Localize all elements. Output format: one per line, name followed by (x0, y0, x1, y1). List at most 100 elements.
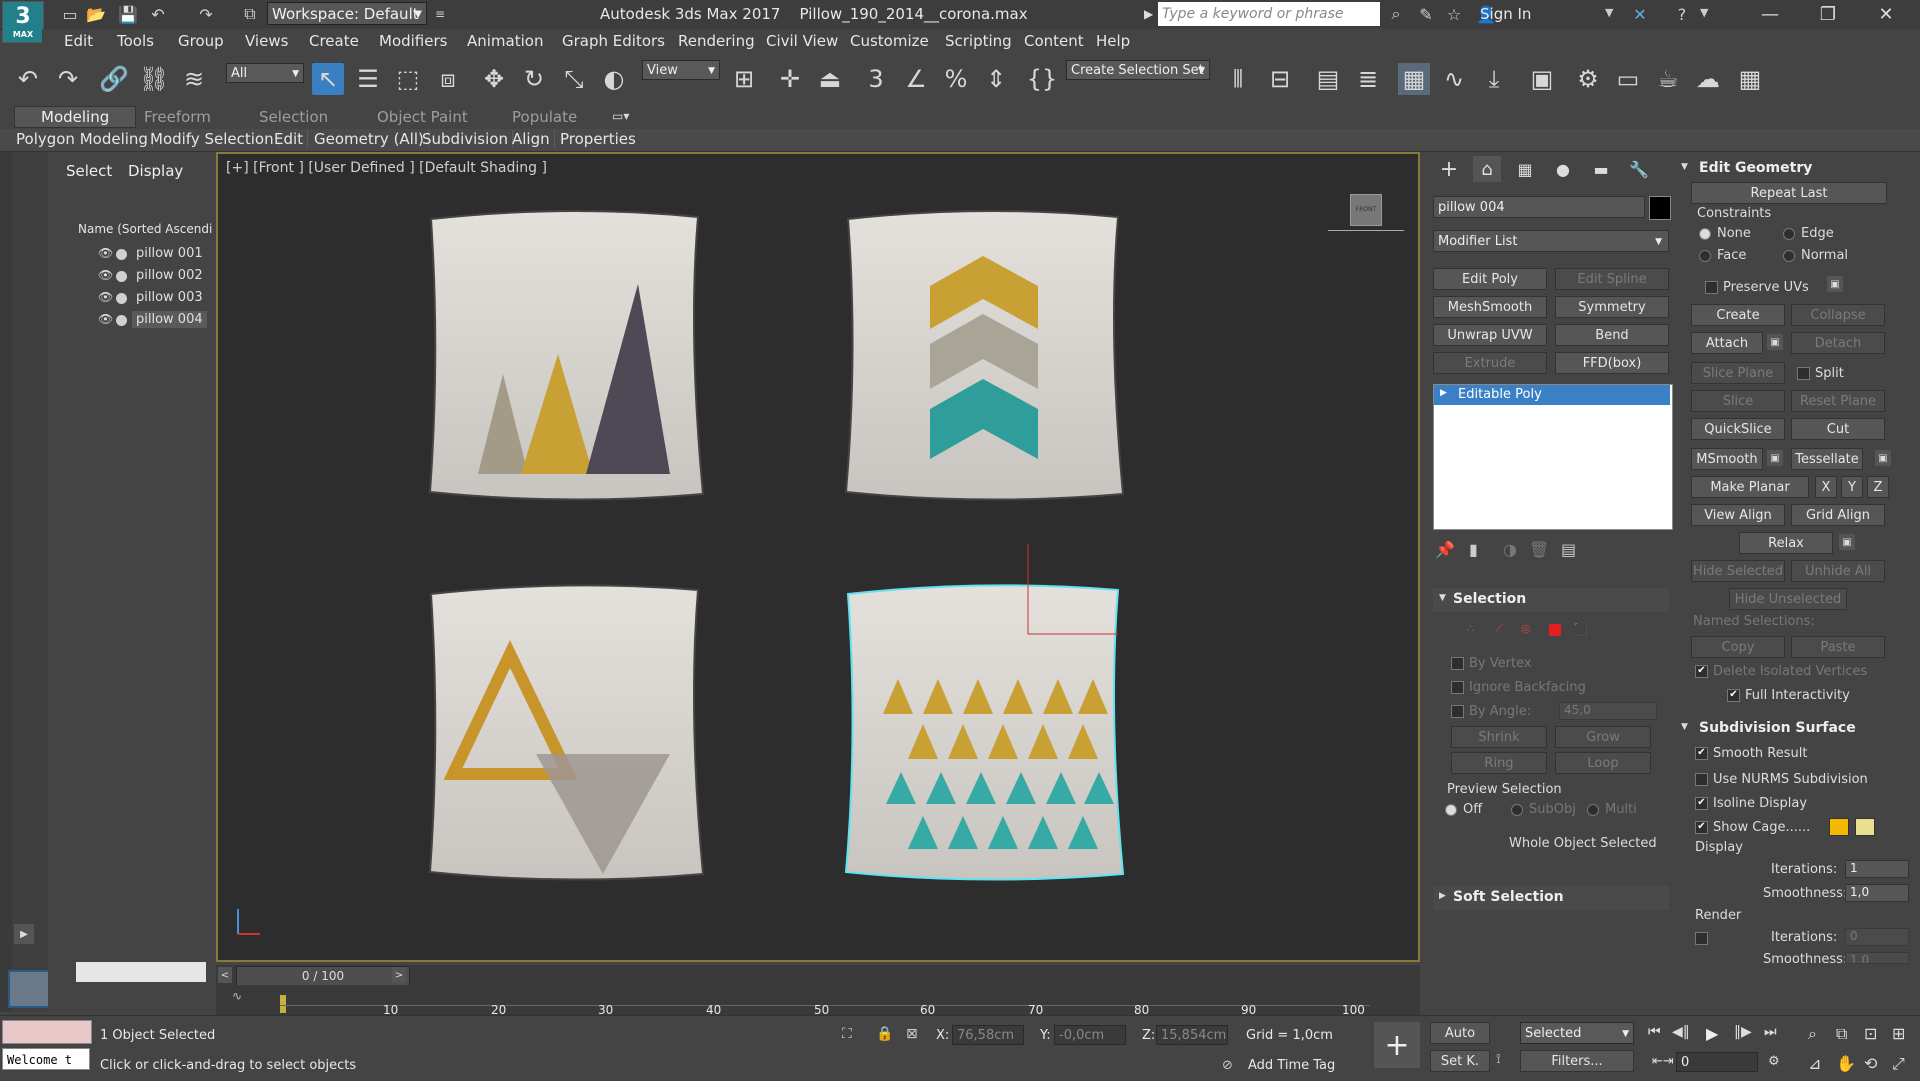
select-by-name-icon[interactable]: ☰ (352, 63, 384, 95)
pillow-003[interactable] (428, 584, 705, 881)
meshsmooth-button[interactable]: MeshSmooth (1433, 296, 1547, 318)
tessellate-button[interactable]: Tessellate (1791, 448, 1863, 470)
eye-icon[interactable]: 👁 (98, 290, 113, 304)
delete-isolated-checkbox[interactable]: ✔ Delete Isolated Vertices (1695, 664, 1867, 679)
layer-manager-icon[interactable]: ▤ (1312, 63, 1344, 95)
render-iterations-spinner[interactable]: 0 (1845, 928, 1909, 946)
key-mode-toggle-icon[interactable]: ⇤⇥ (1652, 1054, 1674, 1069)
angle-spinner[interactable]: 45,0 (1559, 702, 1657, 720)
x-coordinate-field[interactable]: 76,58cm (952, 1025, 1024, 1045)
rollout-soft-selection-header[interactable]: ▶ Soft Selection (1433, 886, 1669, 910)
reset-plane-button[interactable]: Reset Plane (1791, 390, 1885, 412)
cut-button[interactable]: Cut (1791, 418, 1885, 440)
expand-arrow-icon[interactable]: ▶ (14, 924, 34, 944)
utilities-tab-icon[interactable]: 🔧 (1625, 156, 1653, 182)
modifier-stack[interactable]: Editable Poly ▶ (1433, 384, 1673, 530)
menu-civil-view[interactable]: Civil View (766, 32, 838, 50)
preserve-uvs-checkbox[interactable]: Preserve UVs (1705, 280, 1809, 295)
align-icon[interactable]: ⊟ (1264, 63, 1296, 95)
a360-gallery-icon[interactable]: ▦ (1734, 63, 1766, 95)
zoom-extents-all-icon[interactable]: ⊞ (1892, 1024, 1905, 1043)
by-vertex-checkbox[interactable]: By Vertex (1451, 656, 1532, 671)
key-filter-dropdown[interactable]: Selected ▼ (1520, 1022, 1634, 1044)
next-key-icon[interactable]: ‖▶ (1734, 1024, 1752, 1040)
detach-button[interactable]: Detach (1791, 332, 1885, 354)
stack-item-editable-poly[interactable]: Editable Poly (1434, 385, 1670, 405)
rollout-edit-geometry-header[interactable]: ▼ Edit Geometry (1677, 158, 1909, 180)
view-align-button[interactable]: View Align (1691, 504, 1785, 526)
redo-icon[interactable]: ↷ (52, 63, 84, 95)
key-mode-icon[interactable]: ⟟ (1496, 1052, 1501, 1067)
open-file-icon[interactable]: 📂 (84, 3, 108, 25)
undo-icon[interactable]: ↶ (146, 3, 170, 25)
track-bar[interactable]: ∿ 10 20 30 40 50 60 70 80 90 100 (216, 985, 1420, 1017)
object-name-field[interactable]: pillow 004 (1433, 196, 1645, 218)
ribbon-options-icon[interactable]: ▭▾ (612, 109, 629, 123)
menu-overflow-icon[interactable]: ≡ (428, 3, 452, 25)
menu-animation[interactable]: Animation (467, 32, 543, 50)
ribbon-toggle-icon[interactable]: ▦ (1398, 63, 1430, 95)
hide-selected-button[interactable]: Hide Selected (1691, 560, 1785, 582)
redo-icon[interactable]: ↷ (194, 3, 218, 25)
rotate-icon[interactable]: ↻ (518, 63, 550, 95)
list-item[interactable]: 👁 pillow 002 (74, 266, 212, 286)
ribbon-edit[interactable]: Edit (270, 130, 309, 148)
pillow-004-selected[interactable] (844, 544, 1125, 881)
unlink-icon[interactable]: ⛓ (138, 63, 170, 95)
orbit-icon[interactable]: ⟲ (1864, 1054, 1877, 1073)
field-of-view-icon[interactable]: ⊿ (1808, 1054, 1821, 1073)
slice-plane-button[interactable]: Slice Plane (1691, 362, 1785, 384)
create-tab-icon[interactable]: + (1435, 156, 1463, 182)
menu-content[interactable]: Content (1024, 32, 1084, 50)
menu-group[interactable]: Group (178, 32, 224, 50)
settings-icon[interactable]: ▣ (1827, 276, 1843, 292)
modify-tab-icon[interactable]: ⌂ (1473, 156, 1501, 182)
object-color-swatch[interactable] (1649, 196, 1671, 220)
ffd-box-button[interactable]: FFD(box) (1555, 352, 1669, 374)
constraint-none-radio[interactable]: None (1699, 226, 1751, 241)
symmetry-button[interactable]: Symmetry (1555, 296, 1669, 318)
ribbon-collapse-bar[interactable] (0, 152, 12, 1012)
minimize-icon[interactable]: — (1748, 0, 1792, 28)
communication-icon[interactable]: ✎ (1414, 3, 1438, 25)
create-button[interactable]: Create (1691, 304, 1785, 326)
list-item[interactable]: 👁 pillow 003 (74, 288, 212, 308)
spinner-snap-icon[interactable]: ⇕ (980, 63, 1012, 95)
ribbon-align[interactable]: Align (508, 130, 555, 148)
chevron-down-icon[interactable]: ▼ (1605, 6, 1613, 19)
rectangular-selection-icon[interactable]: ⬚ (392, 63, 424, 95)
absolute-offset-icon[interactable]: ⊠ (906, 1026, 918, 1042)
show-end-result-icon[interactable]: ▮ (1469, 540, 1478, 559)
sign-in-button[interactable]: Sign In (1480, 5, 1531, 23)
render-iterations-checkbox[interactable] (1695, 930, 1713, 946)
maximize-viewport-icon[interactable]: ⤢ (1892, 1054, 1905, 1074)
cage-color-swatch-2[interactable] (1855, 818, 1875, 836)
render-production-icon[interactable]: ☕ (1652, 63, 1684, 95)
ring-button[interactable]: Ring (1451, 752, 1547, 774)
tab-modeling[interactable]: Modeling (14, 106, 137, 128)
slice-button[interactable]: Slice (1691, 390, 1785, 412)
pivot-center-icon[interactable]: ⊞ (728, 63, 760, 95)
go-to-start-icon[interactable]: ⏮ (1648, 1024, 1661, 1040)
bind-space-warp-icon[interactable]: ≋ (178, 63, 210, 95)
z-coordinate-field[interactable]: 15,854cm (1156, 1025, 1228, 1045)
favorites-star-icon[interactable]: ☆ (1442, 3, 1466, 25)
smoothness-spinner[interactable]: 1,0 (1845, 884, 1909, 902)
workspace-dropdown[interactable]: Workspace: Default ▼ (267, 2, 427, 25)
menu-edit[interactable]: Edit (64, 32, 93, 50)
tab-object-paint[interactable]: Object Paint (377, 108, 468, 126)
list-item[interactable]: 👁 pillow 001 (74, 244, 212, 264)
modifier-list-dropdown[interactable]: Modifier List ▼ (1433, 230, 1669, 252)
attach-list-icon[interactable]: ▣ (1767, 334, 1783, 350)
menu-graph-editors[interactable]: Graph Editors (562, 32, 665, 50)
go-to-end-icon[interactable]: ⏭ (1764, 1024, 1777, 1040)
pin-stack-icon[interactable]: 📌 (1435, 540, 1455, 559)
help-icon[interactable]: ? (1670, 3, 1694, 25)
polygon-mode-icon[interactable] (1549, 624, 1561, 636)
edge-mode-icon[interactable]: ⟋ (1495, 622, 1509, 636)
relax-button[interactable]: Relax (1739, 532, 1833, 554)
time-configuration-icon[interactable]: ⚙ (1768, 1054, 1780, 1069)
zoom-all-icon[interactable]: ⧉ (1836, 1024, 1847, 1044)
show-cage-checkbox[interactable]: ✔ Show Cage...... (1695, 820, 1810, 835)
pan-view-icon[interactable]: ✋ (1836, 1054, 1856, 1073)
